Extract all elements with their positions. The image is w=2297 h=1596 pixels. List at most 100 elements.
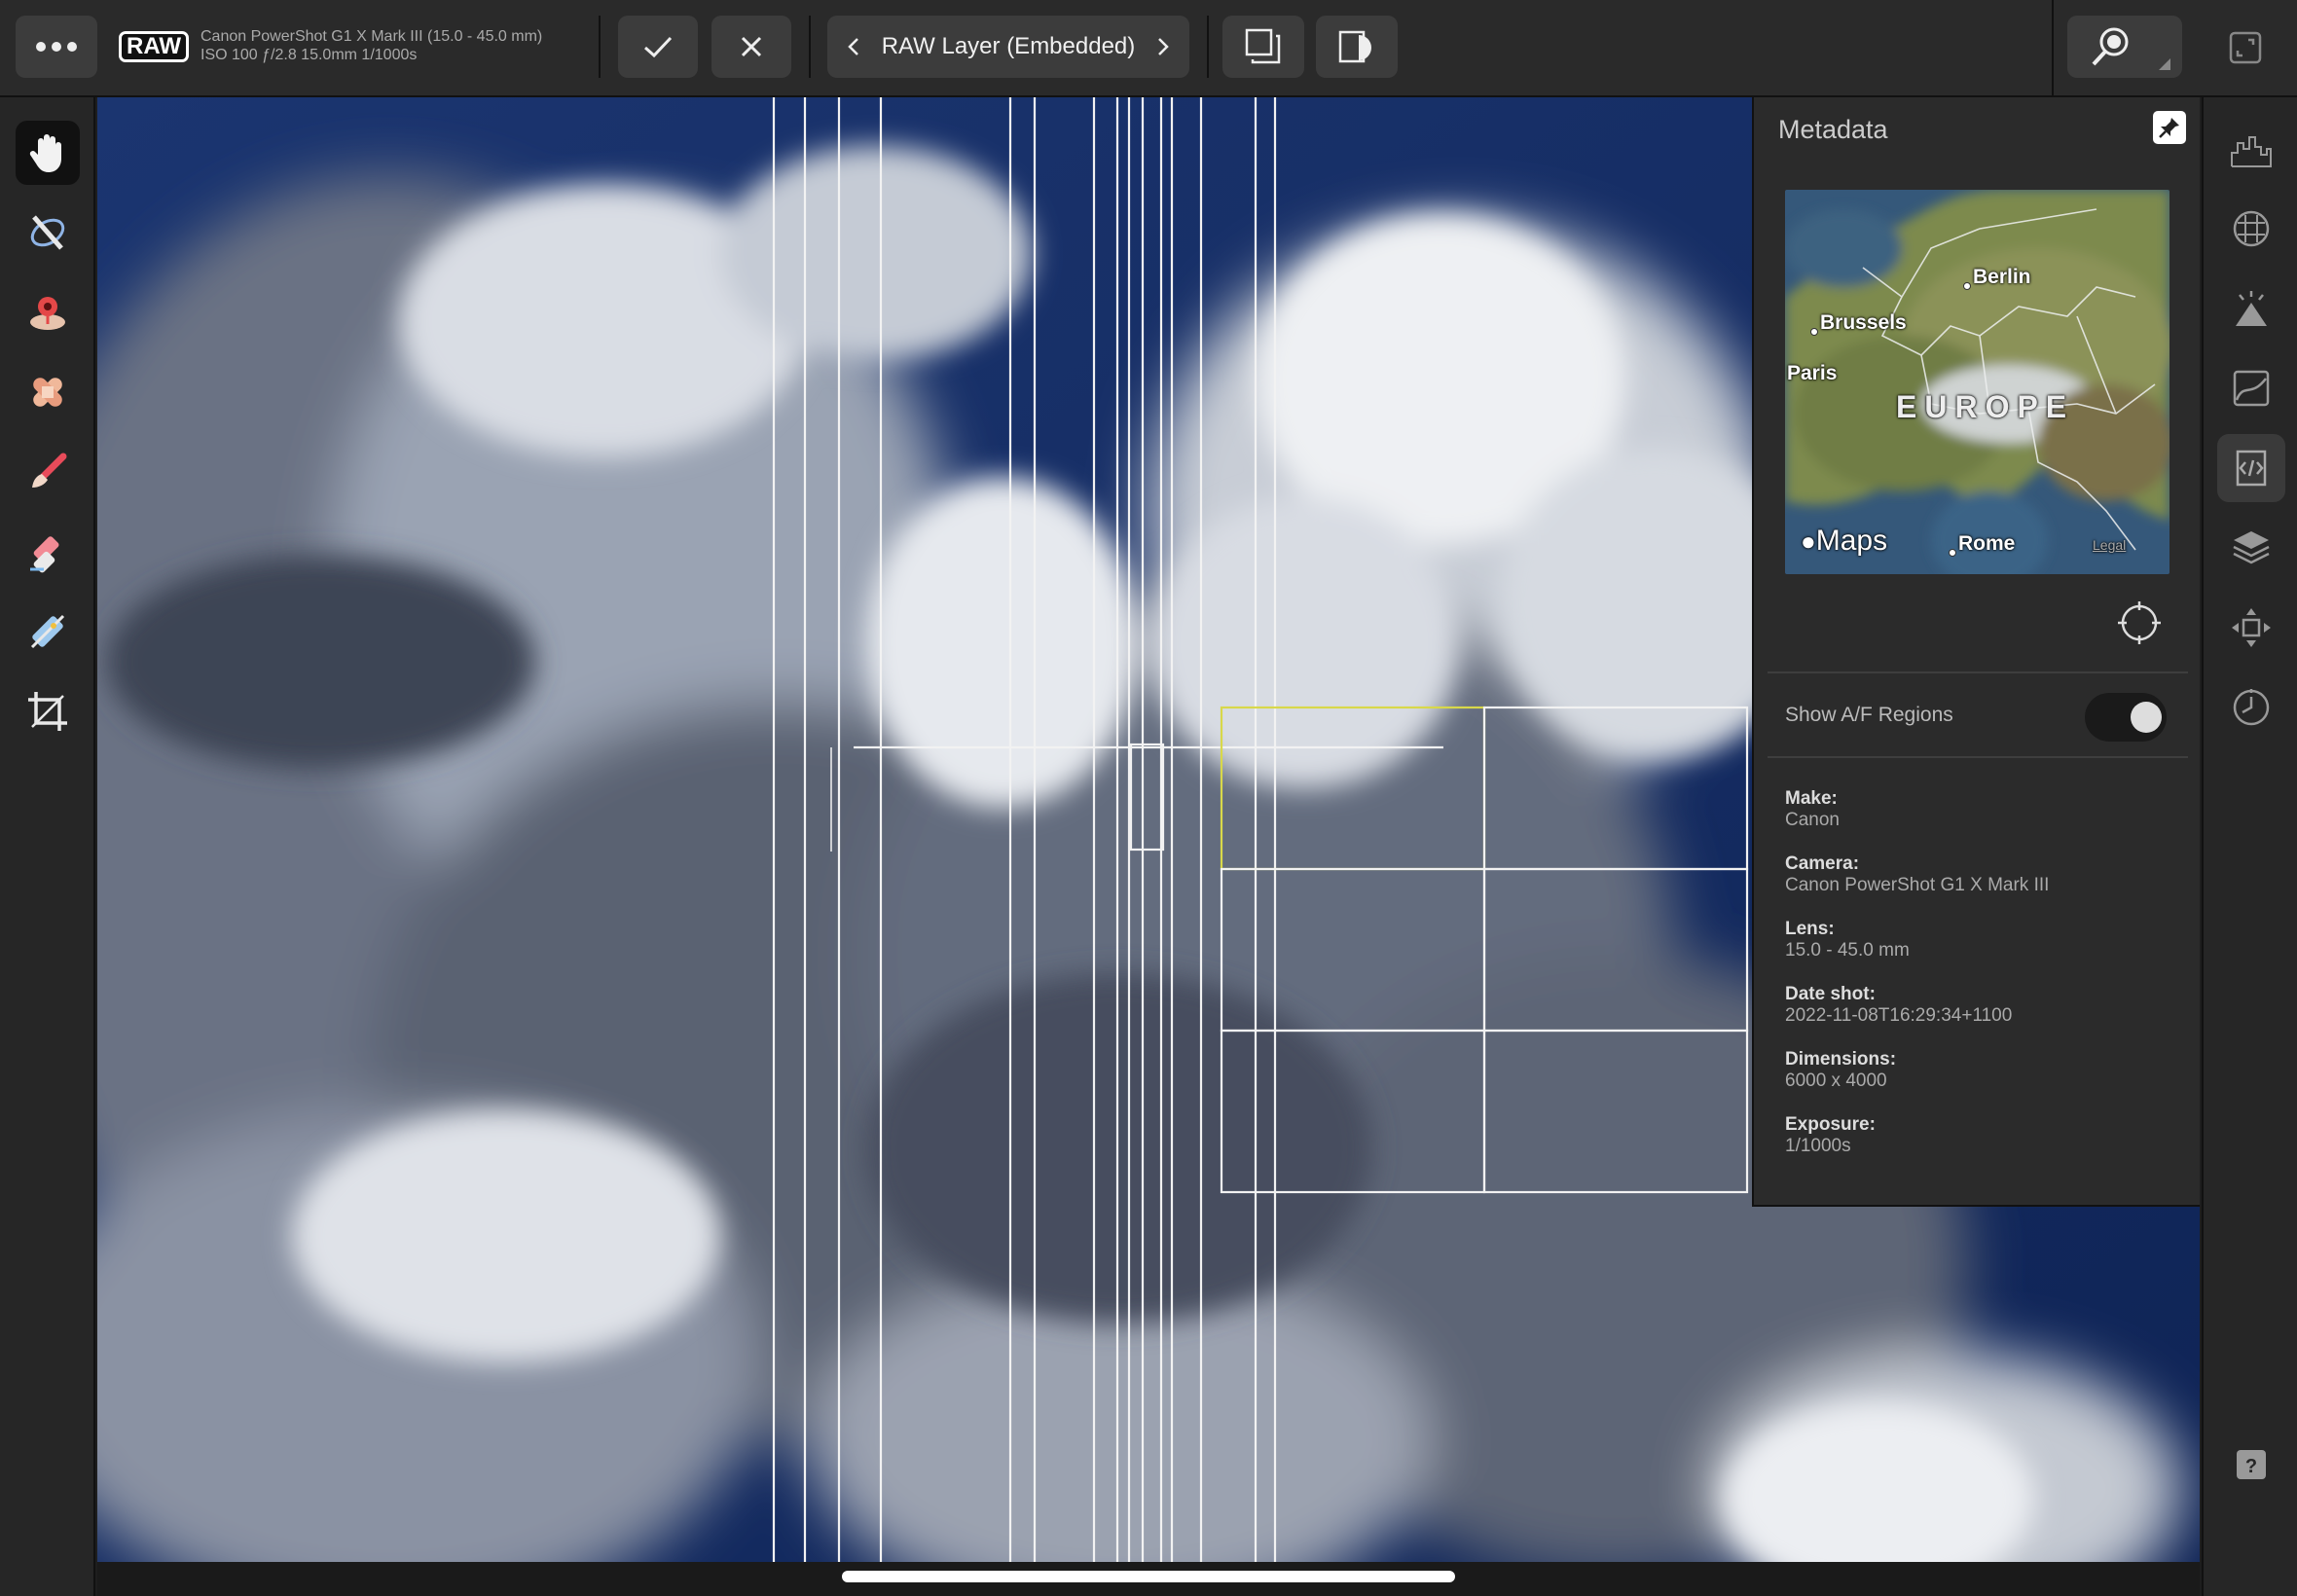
eraser-icon [30, 536, 59, 573]
history-panel-button[interactable] [2217, 673, 2285, 742]
meta-key: Date shot: [1785, 984, 1876, 1004]
cancel-button[interactable] [711, 16, 791, 78]
overlay-toggle-button[interactable] [1222, 16, 1304, 78]
pin-button[interactable] [2153, 111, 2186, 144]
location-map[interactable]: Berlin Brussels Paris EUROPE Rome Legal … [1785, 190, 2169, 574]
more-button[interactable] [16, 16, 97, 78]
toggle-knob [2131, 702, 2162, 733]
map-city-dot [1810, 328, 1818, 336]
selection-brush-icon [30, 215, 65, 250]
top-toolbar: RAW Canon PowerShot G1 X Mark III (15.0 … [0, 0, 2297, 97]
meta-value: 6000 x 4000 [1785, 1070, 1887, 1091]
layer-selector[interactable]: RAW Layer (Embedded) [827, 16, 1189, 78]
checkmark-icon [644, 36, 673, 58]
hand-tool[interactable] [16, 121, 80, 185]
blemish-tool[interactable] [16, 360, 80, 424]
map-legal-link[interactable]: Legal [2093, 537, 2126, 553]
panel-title: Metadata [1778, 115, 1888, 144]
maps-brand-text: Maps [1815, 525, 1888, 557]
meta-key: Camera: [1785, 853, 1860, 874]
curves-panel-button[interactable] [2217, 354, 2285, 422]
meta-value: 1/1000s [1785, 1136, 1851, 1156]
curves-icon [2233, 370, 2270, 407]
camera-info-line1: Canon PowerShot G1 X Mark III (15.0 - 45… [201, 28, 543, 45]
layers-panel-button[interactable] [2217, 514, 2285, 582]
code-icon [2236, 450, 2267, 487]
metadata-panel: Metadata Berlin Brussels Paris EUROPE Ro… [1752, 97, 2200, 1207]
help-button[interactable]: ? [2217, 1431, 2285, 1499]
meta-dimensions: Dimensions: 6000 x 4000 [1785, 1049, 2049, 1092]
zoom-button[interactable] [2067, 16, 2182, 78]
maps-brand: ●Maps [1801, 525, 1887, 558]
loupe-icon [2092, 27, 2129, 66]
red-eye-tool[interactable] [16, 280, 80, 345]
paint-brush-icon [32, 453, 67, 488]
locate-button[interactable] [2118, 601, 2161, 644]
home-indicator[interactable] [842, 1571, 1455, 1582]
crosshair-icon [2118, 601, 2161, 644]
raw-badge: RAW [119, 31, 189, 62]
meta-key: Make: [1785, 788, 1838, 809]
layer-label: RAW Layer (Embedded) [881, 33, 1136, 59]
map-city-dot [1949, 549, 1956, 557]
chevron-left-icon[interactable] [847, 36, 860, 57]
layers-icon [2233, 531, 2270, 564]
confirm-button[interactable] [618, 16, 698, 78]
history-clock-icon [2233, 689, 2270, 726]
expand-icon [2229, 31, 2262, 64]
gradient-tool[interactable] [16, 599, 80, 664]
divider [1768, 756, 2188, 758]
meta-value: Canon [1785, 810, 1840, 830]
af-regions-label: Show A/F Regions [1785, 704, 1953, 726]
meta-date-shot: Date shot: 2022-11-08T16:29:34+1100 [1785, 984, 2049, 1027]
compare-button[interactable] [1316, 16, 1398, 78]
meta-key: Exposure: [1785, 1114, 1876, 1135]
clipping-panel-button[interactable] [2217, 274, 2285, 343]
clipping-icon [2236, 291, 2267, 326]
metadata-panel-button[interactable] [2217, 434, 2285, 502]
more-dots-icon [36, 42, 77, 52]
meta-camera: Camera: Canon PowerShot G1 X Mark III [1785, 853, 2049, 896]
crop-tool[interactable] [16, 679, 80, 744]
before-after-icon [1338, 30, 1371, 63]
pin-icon [2159, 118, 2179, 138]
svg-text:?: ? [2245, 1456, 2257, 1477]
camera-info-line2: ISO 100 ƒ/2.8 15.0mm 1/1000s [201, 47, 418, 63]
transform-panel-button[interactable] [2217, 594, 2285, 662]
crop-icon [28, 692, 67, 731]
map-terrain [1785, 190, 2169, 574]
toolbar-divider [809, 16, 811, 78]
zoom-menu-indicator [2159, 58, 2170, 70]
focus-grid-icon [2233, 210, 2270, 247]
af-regions-toggle[interactable] [2085, 693, 2167, 742]
meta-key: Dimensions: [1785, 1049, 1897, 1070]
apple-logo-icon: ● [1801, 526, 1816, 556]
divider [1768, 671, 2188, 673]
move-icon [2232, 608, 2271, 647]
histogram-panel-button[interactable] [2217, 115, 2285, 183]
hand-icon [29, 134, 61, 172]
meta-value: Canon PowerShot G1 X Mark III [1785, 875, 2050, 895]
close-icon [741, 36, 762, 57]
meta-key: Lens: [1785, 919, 1835, 939]
red-eye-icon [30, 297, 65, 330]
chevron-right-icon[interactable] [1156, 36, 1170, 57]
toolbar-divider [2052, 0, 2054, 97]
map-label-berlin: Berlin [1973, 266, 2031, 288]
brush-tool[interactable] [16, 440, 80, 504]
toolbar-divider [1207, 16, 1209, 78]
map-city-dot [1963, 282, 1971, 290]
focus-panel-button[interactable] [2217, 195, 2285, 263]
fullscreen-button[interactable] [2229, 31, 2262, 69]
gradient-icon [30, 614, 65, 649]
select-tool[interactable] [16, 200, 80, 265]
toolbar-divider [599, 16, 601, 78]
erase-tool[interactable] [16, 520, 80, 584]
meta-value: 15.0 - 45.0 mm [1785, 940, 1910, 961]
histogram-icon [2231, 136, 2272, 167]
map-label-brussels: Brussels [1820, 311, 1907, 334]
map-label-paris: Paris [1787, 362, 1838, 384]
right-toolbar: ? [2202, 97, 2297, 1596]
map-label-europe: EUROPE [1896, 389, 2075, 424]
meta-exposure: Exposure: 1/1000s [1785, 1114, 2049, 1157]
